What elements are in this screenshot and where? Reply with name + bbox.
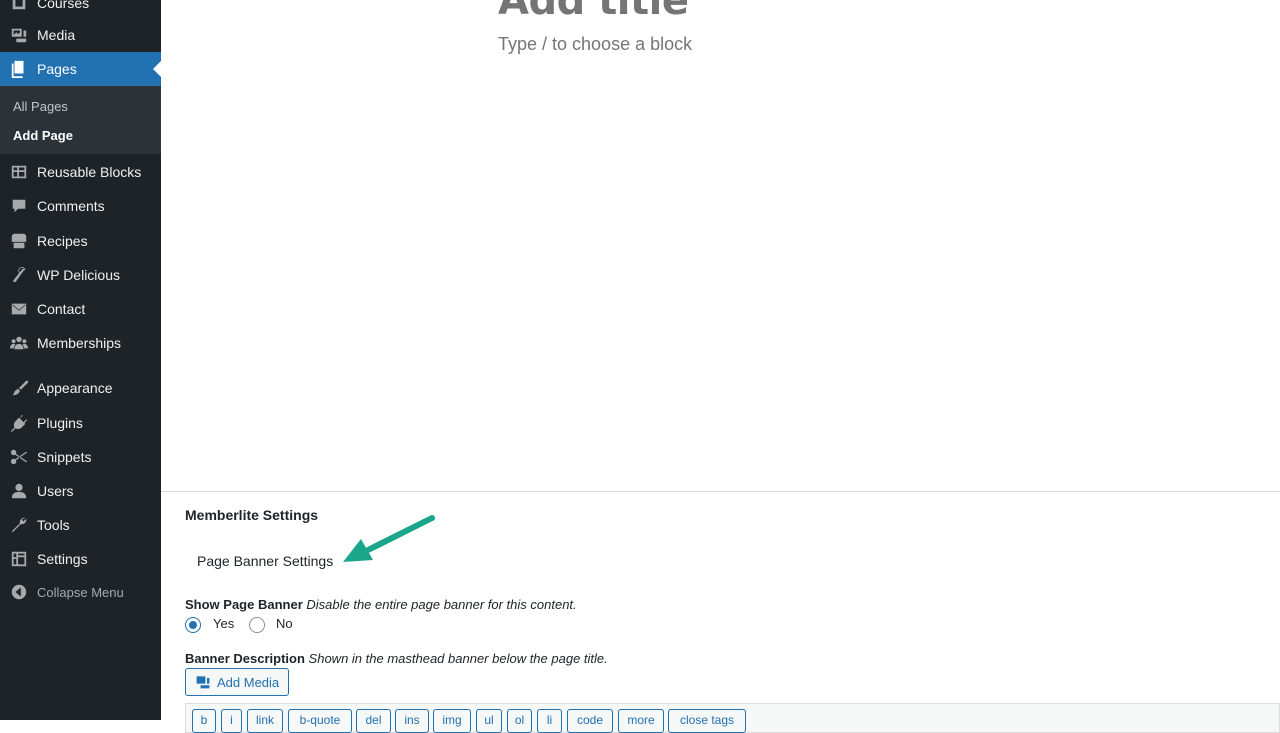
quicktag-del-button[interactable]: del <box>356 709 391 733</box>
add-media-label: Add Media <box>217 674 280 690</box>
sidebar-item-tools[interactable]: Tools <box>0 508 161 542</box>
sidebar-item-label: Recipes <box>37 233 88 249</box>
quicktag-italic-button[interactable]: i <box>221 709 242 733</box>
quicktag-more-button[interactable]: more <box>618 709 664 733</box>
quicktag-ul-button[interactable]: ul <box>476 709 502 733</box>
sidebar-item-appearance[interactable]: Appearance <box>0 371 161 405</box>
sidebar-item-wp-delicious[interactable]: WP Delicious <box>0 258 161 292</box>
page-banner-settings-heading: Page Banner Settings <box>197 553 334 569</box>
quicktag-code-button[interactable]: code <box>567 709 613 733</box>
sidebar-item-label: Plugins <box>37 415 83 431</box>
sidebar-item-label: Settings <box>37 551 88 567</box>
plugin-icon <box>9 413 29 433</box>
user-icon <box>9 481 29 501</box>
quicktag-ol-button[interactable]: ol <box>507 709 532 733</box>
quicktag-close-tags-button[interactable]: close tags <box>668 709 746 733</box>
sidebar-item-comments[interactable]: Comments <box>0 189 161 223</box>
quicktag-link-button[interactable]: link <box>247 709 283 733</box>
quicktags-toolbar: b i link b-quote del ins img ul ol li co… <box>185 703 1280 733</box>
show-page-banner-label: Show Page Banner Disable the entire page… <box>185 597 577 612</box>
sidebar-item-label: Snippets <box>37 449 92 465</box>
block-editor-canvas: Add title Type / to choose a block <box>161 0 1280 491</box>
submenu-item-all-pages[interactable]: All Pages <box>13 99 68 114</box>
recipes-icon <box>9 231 29 251</box>
sidebar-item-label: Contact <box>37 301 86 317</box>
show-page-banner-label-text: Show Page Banner <box>185 597 303 612</box>
wrench-icon <box>9 515 29 535</box>
sidebar-item-recipes[interactable]: Recipes <box>0 224 161 258</box>
page-title-input[interactable]: Add title <box>498 0 689 24</box>
show-banner-yes-label[interactable]: Yes <box>213 616 234 631</box>
annotation-arrow-icon <box>343 515 435 562</box>
wp-delicious-icon <box>9 265 29 285</box>
media-icon <box>195 674 211 690</box>
quicktag-bold-button[interactable]: b <box>192 709 216 733</box>
sidebar-item-media[interactable]: Media <box>0 18 161 52</box>
sidebar-item-settings[interactable]: Settings <box>0 542 161 576</box>
banner-description-label: Banner Description Shown in the masthead… <box>185 651 608 666</box>
collapse-arrow-icon <box>9 582 29 602</box>
sidebar-item-users[interactable]: Users <box>0 474 161 508</box>
courses-icon <box>9 0 29 13</box>
sidebar-item-label: Tools <box>37 517 70 533</box>
block-appender-placeholder[interactable]: Type / to choose a block <box>498 34 692 55</box>
memberlite-settings-metabox: Memberlite Settings Page Banner Settings… <box>161 491 1280 733</box>
sidebar-item-label: Reusable Blocks <box>37 164 142 180</box>
settings-icon <box>9 549 29 569</box>
quicktag-ins-button[interactable]: ins <box>395 709 429 733</box>
sidebar-item-label: WP Delicious <box>37 267 120 283</box>
pages-icon <box>9 59 29 79</box>
groups-icon <box>9 333 29 353</box>
show-banner-no-radio[interactable] <box>249 617 265 633</box>
show-banner-no-label[interactable]: No <box>276 616 293 631</box>
sidebar-item-pages[interactable]: Pages <box>0 52 161 86</box>
banner-description-label-text: Banner Description <box>185 651 305 666</box>
sidebar-item-memberships[interactable]: Memberships <box>0 326 161 360</box>
banner-description-help: Shown in the masthead banner below the p… <box>308 651 608 666</box>
sidebar-item-label: Pages <box>37 61 77 77</box>
collapse-menu-button[interactable]: Collapse Menu <box>0 575 161 609</box>
sidebar-item-label: Comments <box>37 198 105 214</box>
sidebar-item-label: Memberships <box>37 335 122 351</box>
paintbrush-icon <box>9 378 29 398</box>
admin-sidebar: Courses Media Pages All Pages Add Page R… <box>0 0 161 720</box>
sidebar-item-label: Users <box>37 483 74 499</box>
scissors-icon <box>9 447 29 467</box>
active-menu-pointer <box>153 61 161 77</box>
sidebar-item-label: Appearance <box>37 380 113 396</box>
sidebar-item-reusable-blocks[interactable]: Reusable Blocks <box>0 155 161 189</box>
sidebar-item-contact[interactable]: Contact <box>0 292 161 326</box>
show-page-banner-description: Disable the entire page banner for this … <box>306 597 577 612</box>
collapse-menu-label: Collapse Menu <box>37 584 124 600</box>
envelope-icon <box>9 299 29 319</box>
sidebar-item-courses[interactable]: Courses <box>0 0 161 20</box>
submenu-item-add-page[interactable]: Add Page <box>13 128 73 143</box>
sidebar-item-plugins[interactable]: Plugins <box>0 406 161 440</box>
reusable-blocks-icon <box>9 162 29 182</box>
quicktag-blockquote-button[interactable]: b-quote <box>288 709 352 733</box>
media-icon <box>9 25 29 45</box>
pages-submenu: All Pages Add Page <box>0 86 161 154</box>
sidebar-item-label: Courses <box>37 0 90 11</box>
comments-icon <box>9 196 29 216</box>
metabox-title: Memberlite Settings <box>185 507 319 523</box>
add-media-button[interactable]: Add Media <box>185 668 289 696</box>
sidebar-item-snippets[interactable]: Snippets <box>0 440 161 474</box>
show-banner-yes-radio[interactable] <box>185 617 201 633</box>
quicktag-img-button[interactable]: img <box>433 709 471 733</box>
sidebar-item-label: Media <box>37 27 76 43</box>
quicktag-li-button[interactable]: li <box>537 709 562 733</box>
